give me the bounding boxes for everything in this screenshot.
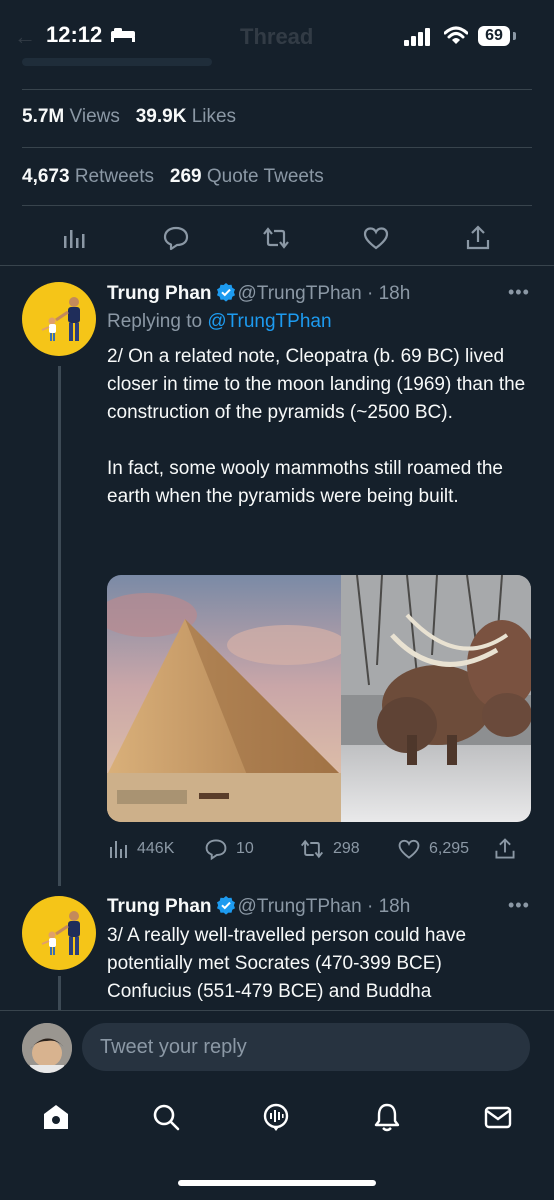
retweet-icon <box>300 839 324 859</box>
likes-count[interactable]: 39.9K <box>136 106 187 127</box>
replying-handle-link[interactable]: @TrungTPhan <box>207 311 331 332</box>
share-icon <box>495 838 515 859</box>
battery-tip <box>513 32 516 40</box>
sleep-mode-icon <box>111 28 135 42</box>
main-tweet-actions <box>0 216 554 260</box>
author-name[interactable]: Trung Phan <box>107 896 212 917</box>
views-count[interactable]: 5.7M <box>22 106 64 127</box>
notifications-icon[interactable] <box>372 1102 402 1132</box>
avatar[interactable] <box>22 282 96 356</box>
verified-badge-icon <box>216 283 235 302</box>
cellular-signal-icon <box>404 28 430 46</box>
status-time: 12:12 <box>46 22 103 47</box>
retweet-action[interactable]: 298 <box>299 834 360 864</box>
avatar-illustration <box>41 911 80 955</box>
like-count: 6,295 <box>429 840 470 857</box>
replying-prefix: Replying to <box>107 311 203 332</box>
verified-badge-icon <box>216 896 235 915</box>
messages-icon[interactable] <box>483 1102 513 1132</box>
more-options-icon[interactable]: ••• <box>508 895 530 916</box>
divider <box>22 147 532 148</box>
divider <box>0 265 554 266</box>
page-title: Thread <box>240 24 314 49</box>
views-count: 446K <box>137 840 175 857</box>
thread-line <box>58 366 61 886</box>
quotes-count[interactable]: 269 <box>170 166 202 187</box>
home-icon[interactable] <box>41 1102 71 1132</box>
divider <box>22 89 532 90</box>
likes-label: Likes <box>191 106 237 127</box>
battery-indicator: 69 <box>478 26 510 46</box>
user-avatar-image <box>22 1023 72 1073</box>
analytics-icon[interactable] <box>60 224 88 252</box>
author-handle[interactable]: @TrungTPhan <box>238 896 362 917</box>
home-indicator <box>178 1180 376 1186</box>
reply-bar: Tweet your reply <box>0 1010 554 1083</box>
retweets-count[interactable]: 4,673 <box>22 166 70 187</box>
tweet-text: 2/ On a related note, Cleopatra (b. 69 B… <box>107 346 526 507</box>
views-label: Views <box>69 106 120 127</box>
wifi-icon <box>444 26 468 44</box>
spaces-icon[interactable] <box>261 1102 291 1132</box>
search-icon[interactable] <box>151 1102 181 1132</box>
quotes-label: Quote Tweets <box>206 166 324 187</box>
retweet-icon[interactable] <box>262 224 290 252</box>
retweets-quotes-row: 4,673 Retweets 269 Quote Tweets <box>22 166 324 188</box>
tweet-time[interactable]: 18h <box>379 283 411 304</box>
avatar-illustration <box>41 297 80 341</box>
reply-action[interactable]: 10 <box>204 834 254 864</box>
separator-dot: · <box>361 283 379 304</box>
retweet-count: 298 <box>333 840 360 857</box>
user-avatar <box>22 1023 72 1073</box>
share-action[interactable] <box>493 834 517 864</box>
views-action[interactable]: 446K <box>107 834 174 864</box>
avatar[interactable] <box>22 896 96 970</box>
like-heart-icon[interactable] <box>362 224 390 252</box>
back-arrow-icon[interactable]: ← <box>14 24 36 50</box>
pyramid-mammoth-image <box>107 575 531 822</box>
divider <box>22 205 532 206</box>
tweet-header: Trung Phan @TrungTPhan · 18h <box>107 895 410 918</box>
analytics-icon <box>110 841 127 858</box>
tweet-media[interactable] <box>107 575 531 822</box>
share-icon[interactable] <box>464 224 492 252</box>
retweets-label: Retweets <box>74 166 155 187</box>
reply-icon <box>205 839 227 861</box>
reply-icon[interactable] <box>162 224 190 252</box>
tweet-header: Trung Phan @TrungTPhan · 18h <box>107 282 410 305</box>
author-handle[interactable]: @TrungTPhan <box>238 283 362 304</box>
tweet-actions: 446K 10 298 6,295 <box>107 834 531 864</box>
like-action[interactable]: 6,295 <box>397 834 469 864</box>
reply-input[interactable]: Tweet your reply <box>82 1023 530 1071</box>
views-likes-row: 5.7M Views 39.9K Likes <box>22 106 236 128</box>
separator-dot: · <box>361 896 379 917</box>
tweet-text: 3/ A really well-travelled person could … <box>107 925 472 1002</box>
like-heart-icon <box>398 839 420 859</box>
reply-count: 10 <box>236 840 254 857</box>
faded-timestamp <box>22 58 212 66</box>
author-name[interactable]: Trung Phan <box>107 283 212 304</box>
tweet-time[interactable]: 18h <box>379 896 411 917</box>
replying-to: Replying to @TrungTPhan <box>107 311 332 333</box>
more-options-icon[interactable]: ••• <box>508 282 530 303</box>
